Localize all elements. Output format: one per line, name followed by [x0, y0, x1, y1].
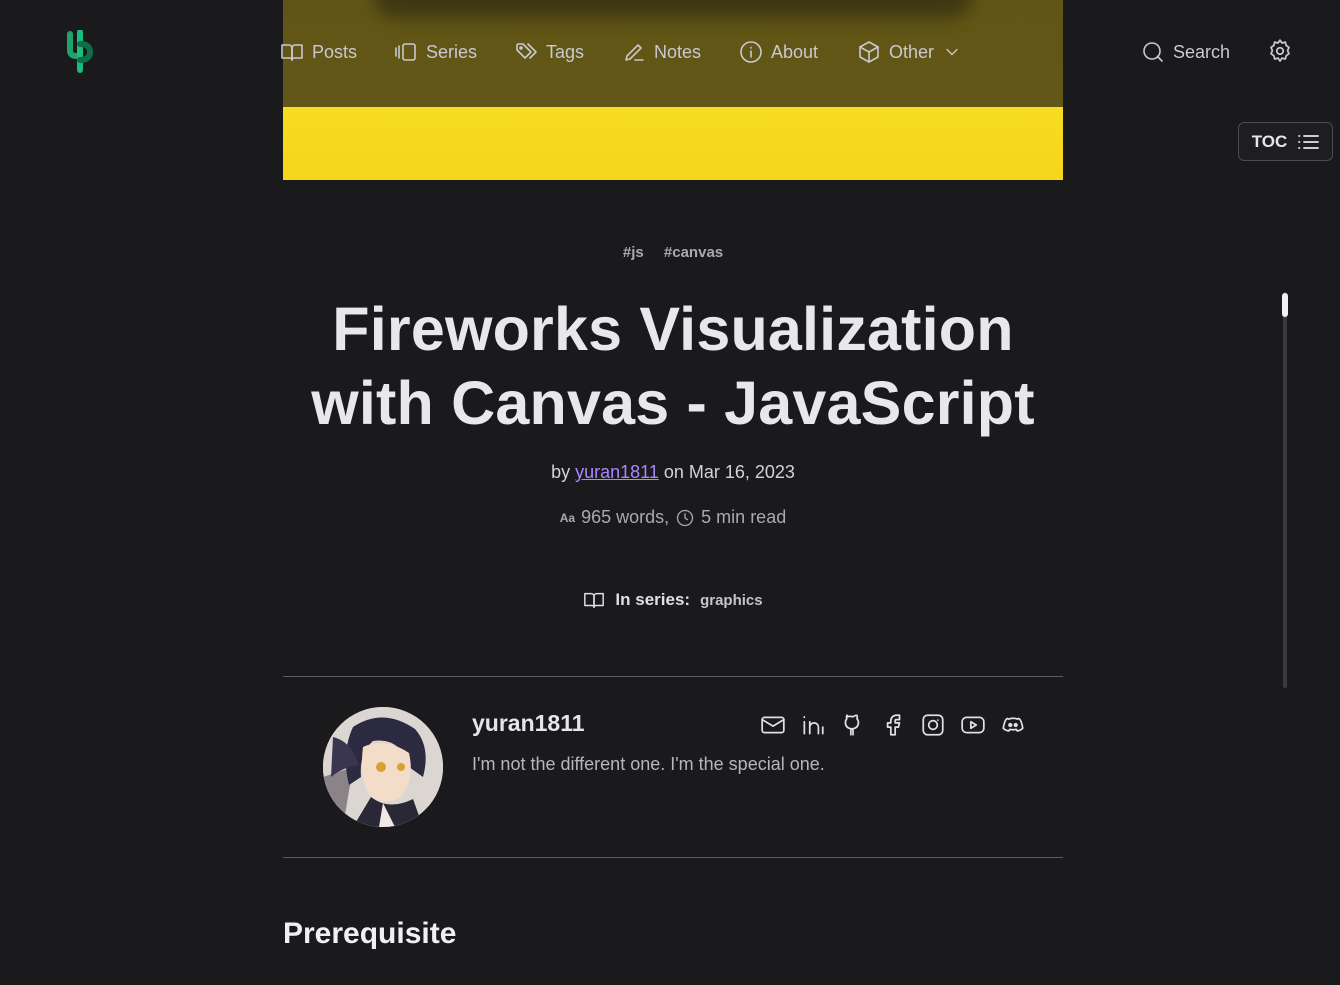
search-button[interactable]: Search [1141, 38, 1230, 66]
site-logo[interactable] [62, 29, 96, 74]
author-name: yuran1811 [472, 710, 585, 736]
toc-label: TOC [1251, 131, 1288, 151]
page: Posts Series Tags Notes About Other Sear… [0, 0, 1340, 985]
book-open-icon [281, 44, 303, 61]
gear-icon [1270, 39, 1290, 62]
nav-notes-label: Notes [654, 41, 702, 62]
tag-link[interactable]: #canvas [664, 244, 723, 261]
tag-link[interactable]: #js [623, 244, 644, 261]
divider [283, 857, 1063, 858]
discord-link[interactable] [1000, 712, 1026, 738]
search-label: Search [1173, 41, 1231, 62]
clock-icon [677, 509, 694, 526]
nav-notes[interactable]: Notes [622, 38, 701, 66]
chevron-down-icon [946, 48, 958, 56]
toc-scroll-track[interactable] [1283, 292, 1287, 688]
post-tags: #js #canvas [283, 244, 1063, 261]
info-icon [740, 41, 762, 63]
nav-posts-label: Posts [312, 41, 358, 62]
series-link[interactable]: graphics [700, 592, 763, 609]
box-icon [859, 41, 879, 63]
read-time: 5 min read [701, 507, 787, 527]
nav-other-dropdown[interactable]: Other [857, 38, 962, 66]
author-bio: I'm not the different one. I'm the speci… [472, 754, 825, 774]
series-label: In series: [615, 590, 691, 609]
list-icon [1298, 134, 1320, 149]
word-count: 965 words, [581, 507, 670, 527]
facebook-link[interactable] [880, 712, 906, 738]
search-icon [1143, 42, 1163, 62]
discord-icon [1002, 717, 1024, 732]
post-series: In series: graphics [283, 589, 1063, 611]
mail-icon [761, 716, 785, 734]
top-nav: Posts Series Tags Notes About Other Sear… [0, 0, 1340, 105]
facebook-icon [886, 714, 901, 736]
instagram-link[interactable] [920, 712, 946, 738]
nav-series-label: Series [426, 41, 478, 62]
linkedin-icon [803, 716, 824, 735]
github-link[interactable] [840, 712, 866, 738]
pencil-icon [625, 44, 644, 61]
post-date: on Mar 16, 2023 [663, 462, 795, 482]
nav-tags[interactable]: Tags [514, 38, 584, 66]
linkedin-link[interactable] [800, 712, 826, 738]
tags-icon [516, 43, 537, 59]
nav-about-label: About [771, 41, 819, 62]
youtube-link[interactable] [960, 712, 986, 738]
post-title: Fireworks Visualization with Canvas - Ja… [311, 295, 1035, 437]
toc-scroll-thumb[interactable] [1282, 293, 1288, 317]
section-heading-prerequisite: Prerequisite [283, 917, 457, 950]
book-open-icon [584, 592, 605, 609]
divider [283, 676, 1063, 677]
settings-button[interactable] [1267, 38, 1295, 66]
nav-tags-label: Tags [546, 41, 585, 62]
youtube-icon [961, 716, 985, 734]
nav-posts[interactable]: Posts [280, 38, 357, 66]
nav-series[interactable]: Series [394, 38, 477, 66]
byline: by yuran1811 on Mar 16, 2023 [283, 462, 1063, 483]
series-icon [395, 43, 416, 61]
instagram-icon [922, 714, 944, 736]
nav-about[interactable]: About [739, 38, 818, 66]
author-link[interactable]: yuran1811 [575, 462, 659, 482]
author-avatar [323, 707, 443, 827]
github-icon [844, 714, 860, 736]
post-meta: Aa 965 words, 5 min read [283, 507, 1063, 528]
nav-other-label: Other [889, 41, 935, 62]
byline-prefix: by [551, 462, 571, 482]
font-size-icon: Aa [559, 510, 576, 525]
toc-button[interactable]: TOC [1238, 122, 1333, 161]
mail-link[interactable] [760, 712, 786, 738]
